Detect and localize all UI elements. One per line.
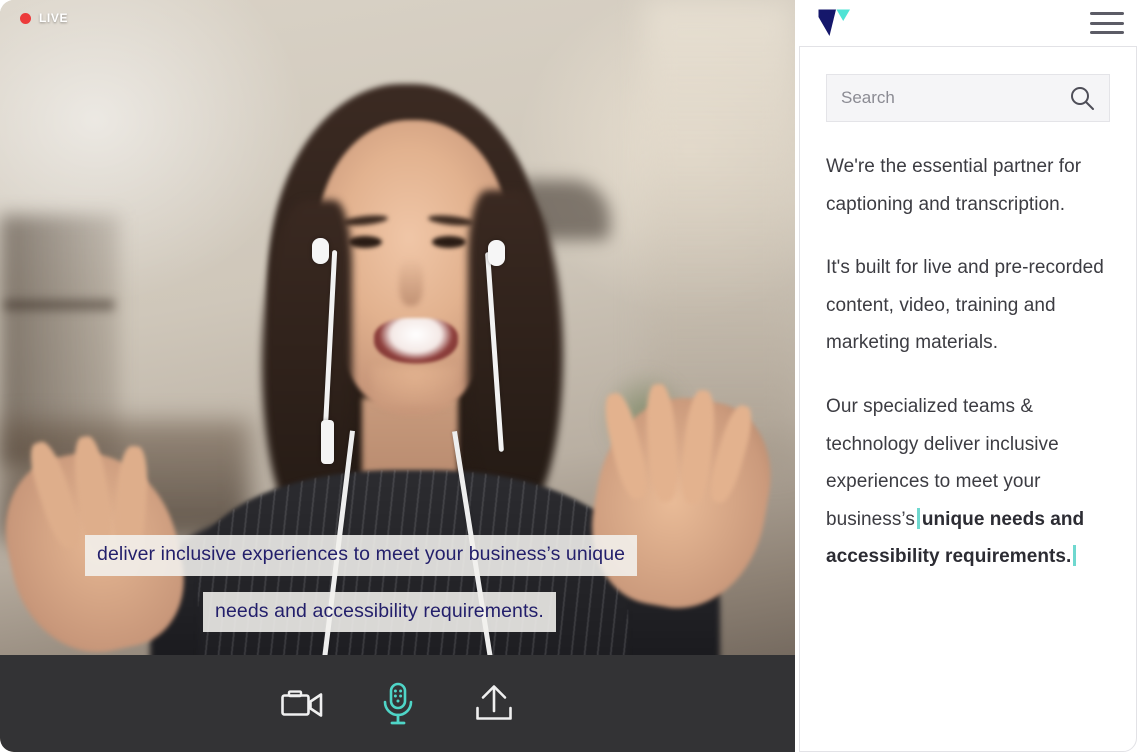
transcript-cursor-end xyxy=(1073,545,1077,567)
hamburger-bar xyxy=(1090,31,1124,34)
video-camera-icon xyxy=(280,689,322,717)
microphone-button[interactable] xyxy=(366,676,430,732)
panel-header xyxy=(795,0,1140,46)
search-bar[interactable] xyxy=(826,74,1110,122)
caption-line: deliver inclusive experiences to meet yo… xyxy=(85,535,638,576)
video-stage: LIVE deliver inclusive experiences to me… xyxy=(0,0,795,752)
transcript-text: We're the essential partner for captioni… xyxy=(826,148,1110,576)
hamburger-bar xyxy=(1090,12,1124,15)
earphone-inline-control xyxy=(321,420,334,464)
verbit-v-logo xyxy=(818,9,850,36)
live-status-badge: LIVE xyxy=(20,11,68,25)
live-label: LIVE xyxy=(39,11,69,25)
subject-chin xyxy=(372,366,458,406)
subject-mouth xyxy=(374,318,458,364)
subject-hair-strand-right xyxy=(468,190,563,520)
share-button[interactable] xyxy=(462,676,526,732)
subject-eye-left xyxy=(348,236,382,248)
earbud-right xyxy=(488,240,505,266)
live-captioning-app: LIVE deliver inclusive experiences to me… xyxy=(0,0,1140,752)
transcript-cursor-start xyxy=(916,507,920,529)
upload-icon xyxy=(475,684,512,720)
transcript-paragraph-active: Our specialized teams & technology deliv… xyxy=(826,388,1110,576)
caption-line: needs and accessibility requirements. xyxy=(203,591,556,632)
video-control-bar xyxy=(0,655,795,752)
subject-eye-right xyxy=(432,236,466,248)
earbud-left xyxy=(312,238,329,264)
transcript-paragraph: It's built for live and pre-recorded con… xyxy=(826,257,1104,354)
caption-overlay: deliver inclusive experiences to meet yo… xyxy=(0,535,795,632)
transcript-body: We're the essential partner for captioni… xyxy=(799,46,1137,752)
search-icon[interactable] xyxy=(1069,85,1095,111)
transcript-paragraph: We're the essential partner for captioni… xyxy=(826,156,1082,215)
hamburger-menu-icon[interactable] xyxy=(1090,12,1124,34)
camera-button[interactable] xyxy=(270,676,334,732)
hamburger-bar xyxy=(1090,21,1124,25)
microphone-icon xyxy=(383,682,412,724)
transcript-panel: We're the essential partner for captioni… xyxy=(795,0,1140,752)
search-input[interactable] xyxy=(841,88,1069,108)
record-dot-icon xyxy=(20,12,31,24)
subject-nose xyxy=(399,258,423,306)
